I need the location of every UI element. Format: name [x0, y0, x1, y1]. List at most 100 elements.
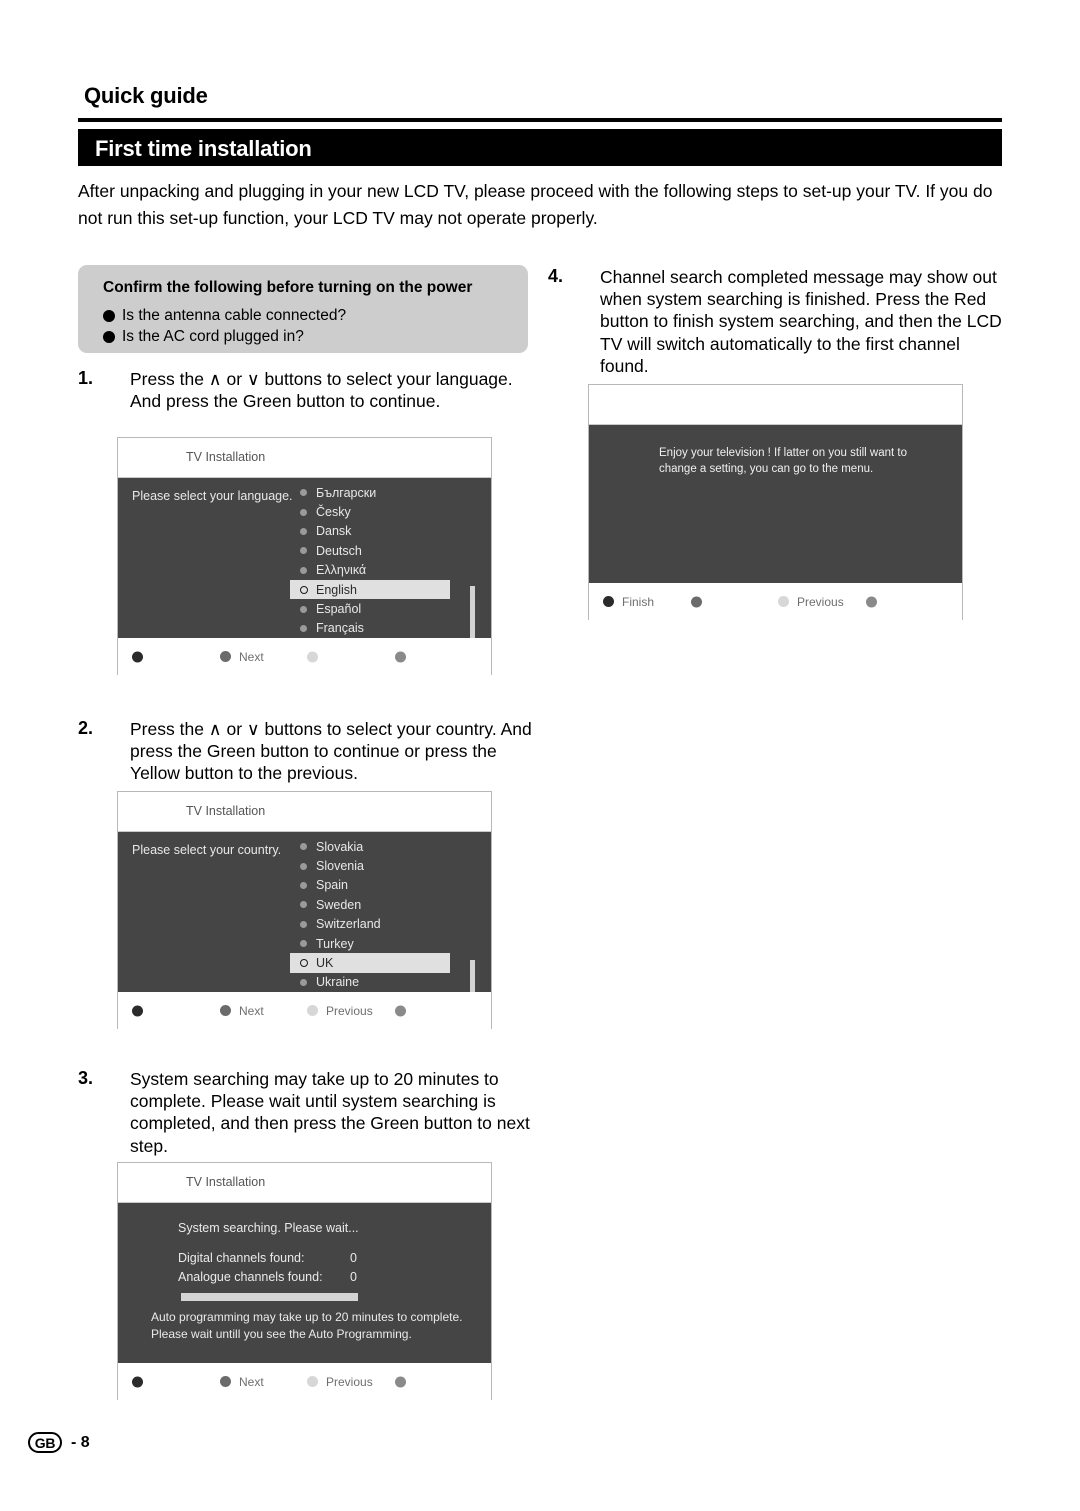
green-button[interactable]: Next [220, 650, 264, 664]
tv-screen-country-select: TV Installation Please select your count… [117, 791, 492, 1029]
red-button-label: Finish [622, 594, 655, 609]
analogue-channels-value: 0 [350, 1270, 357, 1284]
red-dot-icon [132, 1376, 143, 1387]
step-number: 4. [548, 266, 564, 286]
yellow-dot-icon [307, 651, 318, 662]
yellow-button[interactable]: Previous [778, 595, 844, 609]
list-item[interactable]: Sweden [290, 895, 447, 914]
language-option-list[interactable]: Български Česky Dansk Deutsch Ελληνικά E… [290, 483, 450, 638]
option-label: Sweden [316, 897, 362, 912]
list-item[interactable]: Slovenia [290, 856, 447, 875]
list-item: Is the AC cord plugged in? [103, 326, 346, 347]
list-item[interactable]: Deutsch [290, 541, 447, 560]
green-button[interactable]: Next [220, 1375, 264, 1389]
tv-screen-footer: Finish Previous [589, 583, 962, 620]
blue-button[interactable] [866, 596, 885, 607]
option-label: Deutsch [316, 543, 362, 558]
option-bullet-icon [300, 508, 307, 516]
green-button[interactable]: Next [220, 1004, 264, 1018]
confirm-checklist-box: Confirm the following before turning on … [78, 265, 528, 353]
red-button[interactable] [132, 1376, 151, 1387]
list-item[interactable]: Dansk [290, 522, 447, 541]
option-bullet-icon [300, 489, 307, 497]
quick-guide-heading: Quick guide [84, 83, 208, 108]
yellow-button[interactable] [307, 651, 326, 662]
option-label: Français [316, 621, 364, 636]
list-item[interactable]: Български [290, 483, 447, 502]
list-item[interactable]: Español [290, 599, 447, 618]
red-button[interactable] [132, 651, 151, 662]
red-button[interactable]: Finish [603, 595, 654, 609]
blue-button[interactable] [395, 1376, 414, 1387]
yellow-button[interactable]: Previous [307, 1375, 373, 1389]
option-bullet-icon [300, 605, 307, 613]
list-item-selected[interactable]: English [290, 579, 450, 600]
option-radio-icon [300, 959, 308, 968]
list-item[interactable]: Spain [290, 876, 447, 895]
tv-screen-body: Please select your language. Български Č… [118, 478, 491, 638]
auto-programming-note: Auto programming may take up to 20 minut… [151, 1309, 481, 1342]
tv-screen-header: TV Installation [118, 1163, 491, 1203]
list-item-selected[interactable]: UK [290, 953, 450, 973]
blue-dot-icon [866, 596, 877, 607]
option-label: Български [316, 485, 377, 500]
green-button[interactable] [691, 596, 710, 607]
list-item[interactable]: Turkey [290, 934, 447, 953]
bullet-icon [103, 330, 115, 343]
red-dot-icon [132, 1005, 143, 1016]
yellow-button-label: Previous [797, 594, 844, 609]
option-bullet-icon [300, 547, 307, 555]
tv-prompt-label: Please select your language. [132, 489, 293, 503]
tv-screen-header-title: TV Installation [186, 804, 266, 818]
list-item[interactable]: Switzerland [290, 915, 447, 934]
tv-screen-header-title: TV Installation [186, 1175, 266, 1189]
step-number: 3. [78, 1068, 94, 1088]
list-item[interactable]: Česky [290, 502, 447, 521]
section-title-bar: First time installation [78, 129, 1002, 166]
blue-dot-icon [395, 651, 406, 662]
country-option-list[interactable]: Slovakia Slovenia Spain Sweden Switzerla… [290, 837, 450, 992]
option-label: UK [316, 956, 334, 971]
list-item[interactable]: Ukraine [290, 973, 447, 992]
red-button[interactable] [132, 1005, 151, 1016]
page-number: - 8 [71, 1433, 90, 1451]
scrollbar-thumb[interactable] [470, 832, 475, 960]
list-item[interactable]: Ελληνικά [290, 561, 447, 580]
step-number: 1. [78, 368, 94, 388]
tv-screen-footer: Next Previous [118, 992, 491, 1029]
list-item[interactable]: Français [290, 619, 447, 638]
note-line-1: Auto programming may take up to 20 minut… [151, 1310, 463, 1324]
green-dot-icon [220, 1005, 231, 1016]
green-dot-icon [220, 1376, 231, 1387]
header-divider [78, 118, 1002, 122]
option-label: Slovenia [316, 859, 364, 874]
green-button-label: Next [239, 1374, 264, 1389]
blue-dot-icon [395, 1376, 406, 1387]
searching-status-text: System searching. Please wait... [178, 1221, 359, 1235]
red-dot-icon [603, 596, 614, 607]
page-footer: GB - 8 [28, 1432, 90, 1453]
confirm-checklist-items: Is the antenna cable connected? Is the A… [103, 305, 346, 347]
tv-screen-header: TV Installation [118, 438, 491, 478]
step-instruction: Press the ∧ or ∨ buttons to select your … [130, 369, 513, 412]
option-label: Ελληνικά [316, 563, 367, 578]
yellow-button[interactable]: Previous [307, 1004, 373, 1018]
blue-button[interactable] [395, 651, 414, 662]
tv-screen-language-select: TV Installation Please select your langu… [117, 437, 492, 675]
yellow-button-label: Previous [326, 1003, 373, 1018]
option-bullet-icon [300, 843, 307, 851]
page-title: First time installation [95, 136, 312, 161]
list-item[interactable]: Slovakia [290, 837, 447, 856]
manual-page: Quick guide First time installation Afte… [0, 0, 1080, 1511]
tv-screen-footer: Next [118, 638, 491, 675]
digital-channels-value: 0 [350, 1251, 357, 1265]
yellow-dot-icon [778, 596, 789, 607]
option-bullet-icon [300, 881, 307, 889]
option-bullet-icon [300, 862, 307, 870]
step-number: 2. [78, 718, 94, 738]
option-label: Dansk [316, 524, 352, 539]
blue-button[interactable] [395, 1005, 414, 1016]
blue-dot-icon [395, 1005, 406, 1016]
scrollbar-thumb[interactable] [470, 478, 475, 586]
analogue-channels-label: Analogue channels found: [178, 1270, 323, 1284]
